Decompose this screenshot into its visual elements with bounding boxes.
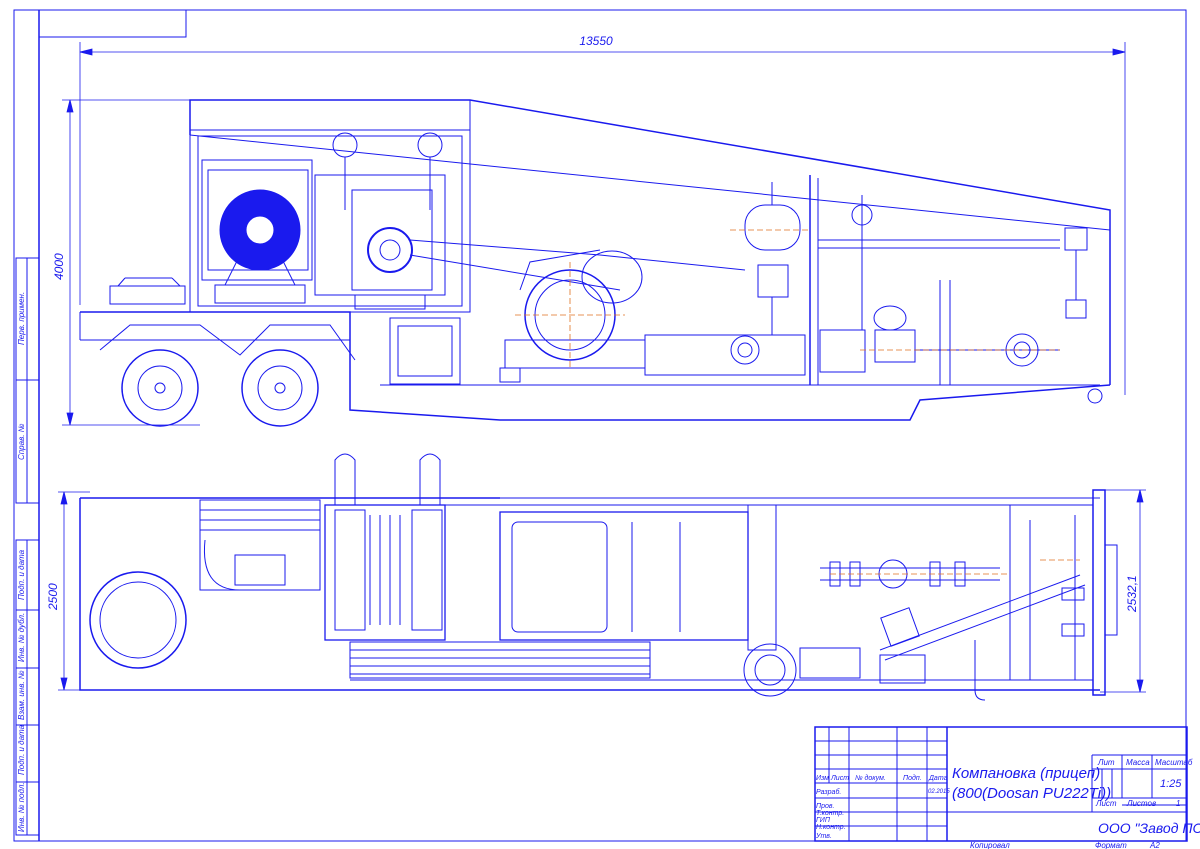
drawing-title-line1: Компановка (прицеп)	[952, 765, 1100, 782]
drawing-title-line2: (800(Doosan PU222Ti))	[952, 785, 1111, 802]
role-tkontr: Т.контр.	[816, 810, 844, 817]
dimension-length-label: 13550	[579, 34, 613, 48]
side-view	[79, 99, 1111, 427]
dimension-plan-width	[58, 491, 90, 691]
date-value: 02.2015	[928, 789, 950, 795]
sheets-value: 1	[1176, 799, 1180, 808]
col-sign: Подп.	[903, 774, 922, 782]
stamp-label: Справ. №	[17, 423, 26, 460]
stamp-label: Инв. № подл.	[17, 782, 26, 832]
copied-label: Копировал	[970, 841, 1010, 849]
stamp-label: Перв. примен.	[17, 292, 26, 345]
lit-label: Лит	[1097, 758, 1115, 767]
drawing-sheet: Перв. примен. Справ. № Подп. и дата Инв.…	[13, 9, 1200, 849]
sheet-label: Лист	[1095, 799, 1117, 808]
format-value: A2	[1149, 841, 1160, 849]
stamp-label: Взам. инв. №	[17, 670, 26, 720]
scale-value: 1:25	[1160, 778, 1182, 790]
col-izm: Изм	[816, 775, 829, 782]
sheets-label: Листов	[1126, 799, 1156, 808]
dimension-plan-width-right	[1100, 489, 1146, 693]
stamp-label: Подп. и дата	[17, 549, 26, 600]
plan-view	[79, 453, 1118, 701]
dimension-side-height	[62, 99, 200, 426]
dimension-width-right-label: 2532,1	[1125, 575, 1139, 613]
role-prov: Пров.	[816, 803, 835, 810]
stamp-label: Подп. и дата	[17, 724, 26, 775]
company-name: ООО "Завод ПСМ"	[1098, 820, 1200, 836]
mass-label: Масса	[1126, 758, 1150, 767]
role-utv: Утв.	[815, 833, 832, 840]
col-doc: № докум.	[855, 774, 886, 782]
role-razrab: Разраб.	[816, 788, 841, 796]
col-date: Дата	[928, 775, 948, 782]
dimension-width-label: 2500	[46, 583, 60, 611]
stamp-label: Инв. № дубл.	[17, 613, 26, 662]
role-nkontr: Н.контр.	[816, 824, 846, 831]
role-gip: ГИП	[816, 817, 831, 824]
scale-label: Масштаб	[1155, 758, 1193, 767]
col-list: Лист	[830, 775, 849, 782]
dimension-height-label: 4000	[52, 253, 66, 280]
format-label: Формат	[1095, 841, 1127, 849]
corner-stamp	[38, 9, 187, 38]
